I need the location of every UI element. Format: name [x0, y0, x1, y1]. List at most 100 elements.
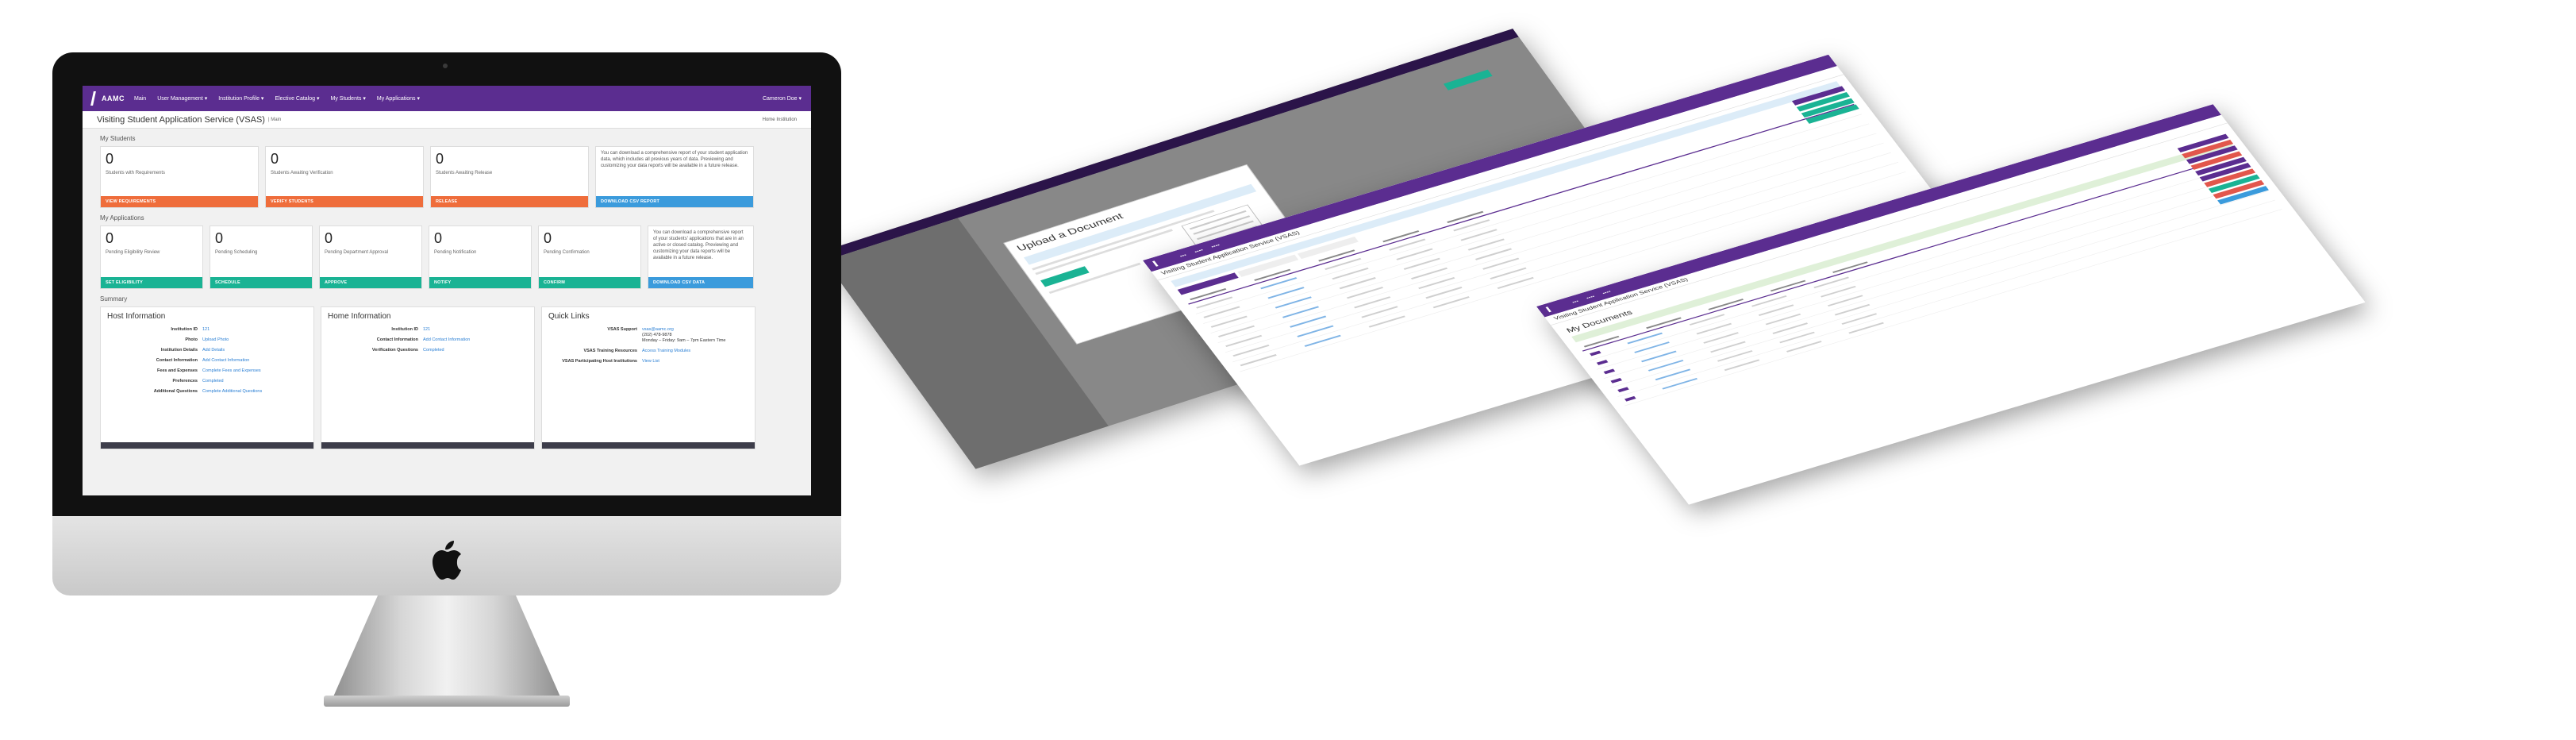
card-label: Students with Requirements: [106, 171, 166, 175]
student-report-card: You can download a comprehensive report …: [595, 146, 754, 208]
report-note: You can download a comprehensive report …: [653, 230, 744, 260]
approve-button[interactable]: APPROVE: [320, 277, 421, 288]
field-label: VSAS Training Resources: [583, 349, 637, 353]
my-students-title: My Students: [100, 135, 136, 142]
upload-photo-link[interactable]: Upload Photo: [202, 337, 229, 343]
card-count: 0: [544, 230, 552, 246]
card-label: Pending Notification: [434, 250, 477, 255]
students-release-card: 0 Students Awaiting Release RELEASE: [430, 146, 589, 208]
card-count: 0: [325, 230, 333, 246]
host-information-panel: Host Information Institution ID 121 Photo…: [100, 306, 314, 449]
panel-footer: [321, 442, 534, 449]
card-count: 0: [106, 151, 114, 167]
confirm-button[interactable]: CONFIRM: [539, 277, 640, 288]
field-label: Contact Information: [156, 358, 198, 363]
panel-footer: [101, 442, 313, 449]
add-contact-link[interactable]: Add Contact Information: [423, 337, 470, 343]
verification-link[interactable]: Completed: [423, 348, 444, 353]
page-header: Visiting Student Application Service (VS…: [83, 111, 811, 129]
download-csv-report-button[interactable]: DOWNLOAD CSV REPORT: [596, 196, 753, 207]
schedule-button[interactable]: SCHEDULE: [210, 277, 312, 288]
view-requirements-button[interactable]: VIEW REQUIREMENTS: [101, 196, 258, 207]
logo-mark-icon: [90, 91, 102, 106]
support-phone: (202) 478-9878: [642, 333, 672, 337]
verify-students-button[interactable]: VERIFY STUDENTS: [266, 196, 423, 207]
apple-logo-icon: [433, 541, 461, 580]
card-count: 0: [106, 230, 114, 246]
eligibility-card: 0 Pending Eligibility Review SET ELIGIBIL…: [100, 225, 203, 289]
my-applications-title: My Applications: [100, 214, 144, 222]
card-label: Pending Department Approval: [325, 250, 389, 255]
report-note: You can download a comprehensive report …: [601, 151, 748, 168]
field-label: Preferences: [172, 379, 198, 383]
panel-title: Host Information: [107, 312, 166, 321]
card-label: Pending Scheduling: [215, 250, 258, 255]
field-label: Institution Details: [160, 348, 198, 353]
breadcrumb: | Main: [267, 117, 282, 122]
add-contact-link[interactable]: Add Contact Information: [202, 358, 249, 364]
card-label: Pending Confirmation: [544, 250, 590, 255]
field-label: VSAS Support: [607, 327, 637, 332]
card-label: Students Awaiting Verification: [271, 171, 333, 175]
application-report-card: You can download a comprehensive report …: [648, 225, 754, 289]
fees-link[interactable]: Complete Fees and Expenses: [202, 368, 261, 374]
card-count: 0: [434, 230, 443, 246]
field-label: Additional Questions: [153, 389, 198, 394]
notification-card: 0 Pending Notification NOTIFY: [429, 225, 532, 289]
summary-row: Host Information Institution ID 121 Photo…: [100, 306, 794, 449]
aamc-logo[interactable]: AAMC: [90, 91, 125, 106]
release-button[interactable]: RELEASE: [431, 196, 588, 207]
scheduling-card: 0 Pending Scheduling SCHEDULE: [210, 225, 313, 289]
field-label: Institution ID: [171, 327, 198, 332]
field-value: 121: [202, 327, 210, 332]
confirmation-card: 0 Pending Confirmation CONFIRM: [538, 225, 641, 289]
card-count: 0: [271, 151, 279, 167]
preferences-link[interactable]: Completed: [202, 379, 224, 384]
add-details-link[interactable]: Add Details: [202, 348, 225, 353]
notify-button[interactable]: NOTIFY: [429, 277, 531, 288]
field-label: Institution ID: [391, 327, 418, 332]
summary-title: Summary: [100, 295, 128, 303]
nav-item-elective-catalog[interactable]: Elective Catalog ▾: [275, 95, 319, 102]
students-verification-card: 0 Students Awaiting Verification VERIFY S…: [265, 146, 424, 208]
home-institution-link[interactable]: Home Institution: [763, 118, 797, 122]
nav-item-user-management[interactable]: User Management ▾: [157, 95, 207, 102]
field-label: Photo: [185, 337, 198, 342]
download-csv-data-button[interactable]: DOWNLOAD CSV DATA: [648, 277, 753, 288]
card-label: Students Awaiting Release: [436, 171, 493, 175]
dimmed-action-button: [1443, 69, 1493, 91]
quick-links-panel: Quick Links VSAS Support vsas@aamc.org (…: [541, 306, 755, 449]
nav-item-institution-profile[interactable]: Institution Profile ▾: [218, 95, 263, 102]
nav-item-my-students[interactable]: My Students ▾: [331, 95, 366, 102]
my-students-row: 0 Students with Requirements VIEW REQUIRE…: [100, 146, 794, 208]
card-label: Pending Eligibility Review: [106, 250, 160, 255]
field-value: 121: [423, 327, 431, 332]
set-eligibility-button[interactable]: SET ELIGIBILITY: [101, 277, 202, 288]
my-applications-row: 0 Pending Eligibility Review SET ELIGIBIL…: [100, 225, 794, 289]
students-requirements-card: 0 Students with Requirements VIEW REQUIRE…: [100, 146, 259, 208]
support-email-link[interactable]: vsas@aamc.org: [642, 327, 725, 333]
home-information-panel: Home Information Institution ID 121 Conta…: [321, 306, 535, 449]
panel-title: Quick Links: [548, 312, 590, 321]
top-nav: AAMC Main User Management ▾ Institution …: [83, 86, 811, 111]
training-modules-link[interactable]: Access Training Modules: [642, 349, 690, 354]
panel-title: Home Information: [328, 312, 391, 321]
nav-item-main[interactable]: Main: [134, 96, 146, 102]
user-menu[interactable]: Cameron Doe ▾: [763, 95, 802, 102]
logo-text: AAMC: [102, 94, 125, 102]
field-label: Fees and Expenses: [156, 368, 198, 373]
card-count: 0: [436, 151, 444, 167]
department-approval-card: 0 Pending Department Approval APPROVE: [319, 225, 422, 289]
field-label: VSAS Participating Host Institutions: [562, 359, 637, 364]
mockup-stage: Upload a Document ▪▪▪ ▪▪▪▪ ▪▪▪▪ Visiting S…: [0, 0, 2576, 740]
imac-foot: [324, 696, 570, 707]
dashboard-content: My Students 0 Students with Requirements …: [83, 135, 811, 449]
camera: [443, 64, 448, 68]
view-list-link[interactable]: View List: [642, 359, 659, 364]
panel-footer: [542, 442, 755, 449]
additional-questions-link[interactable]: Complete Additional Questions: [202, 389, 262, 395]
page-title: Visiting Student Application Service (VS…: [97, 114, 265, 125]
nav-item-my-applications[interactable]: My Applications ▾: [377, 95, 420, 102]
field-label: Verification Questions: [371, 348, 418, 353]
imac-stand: [332, 595, 562, 700]
